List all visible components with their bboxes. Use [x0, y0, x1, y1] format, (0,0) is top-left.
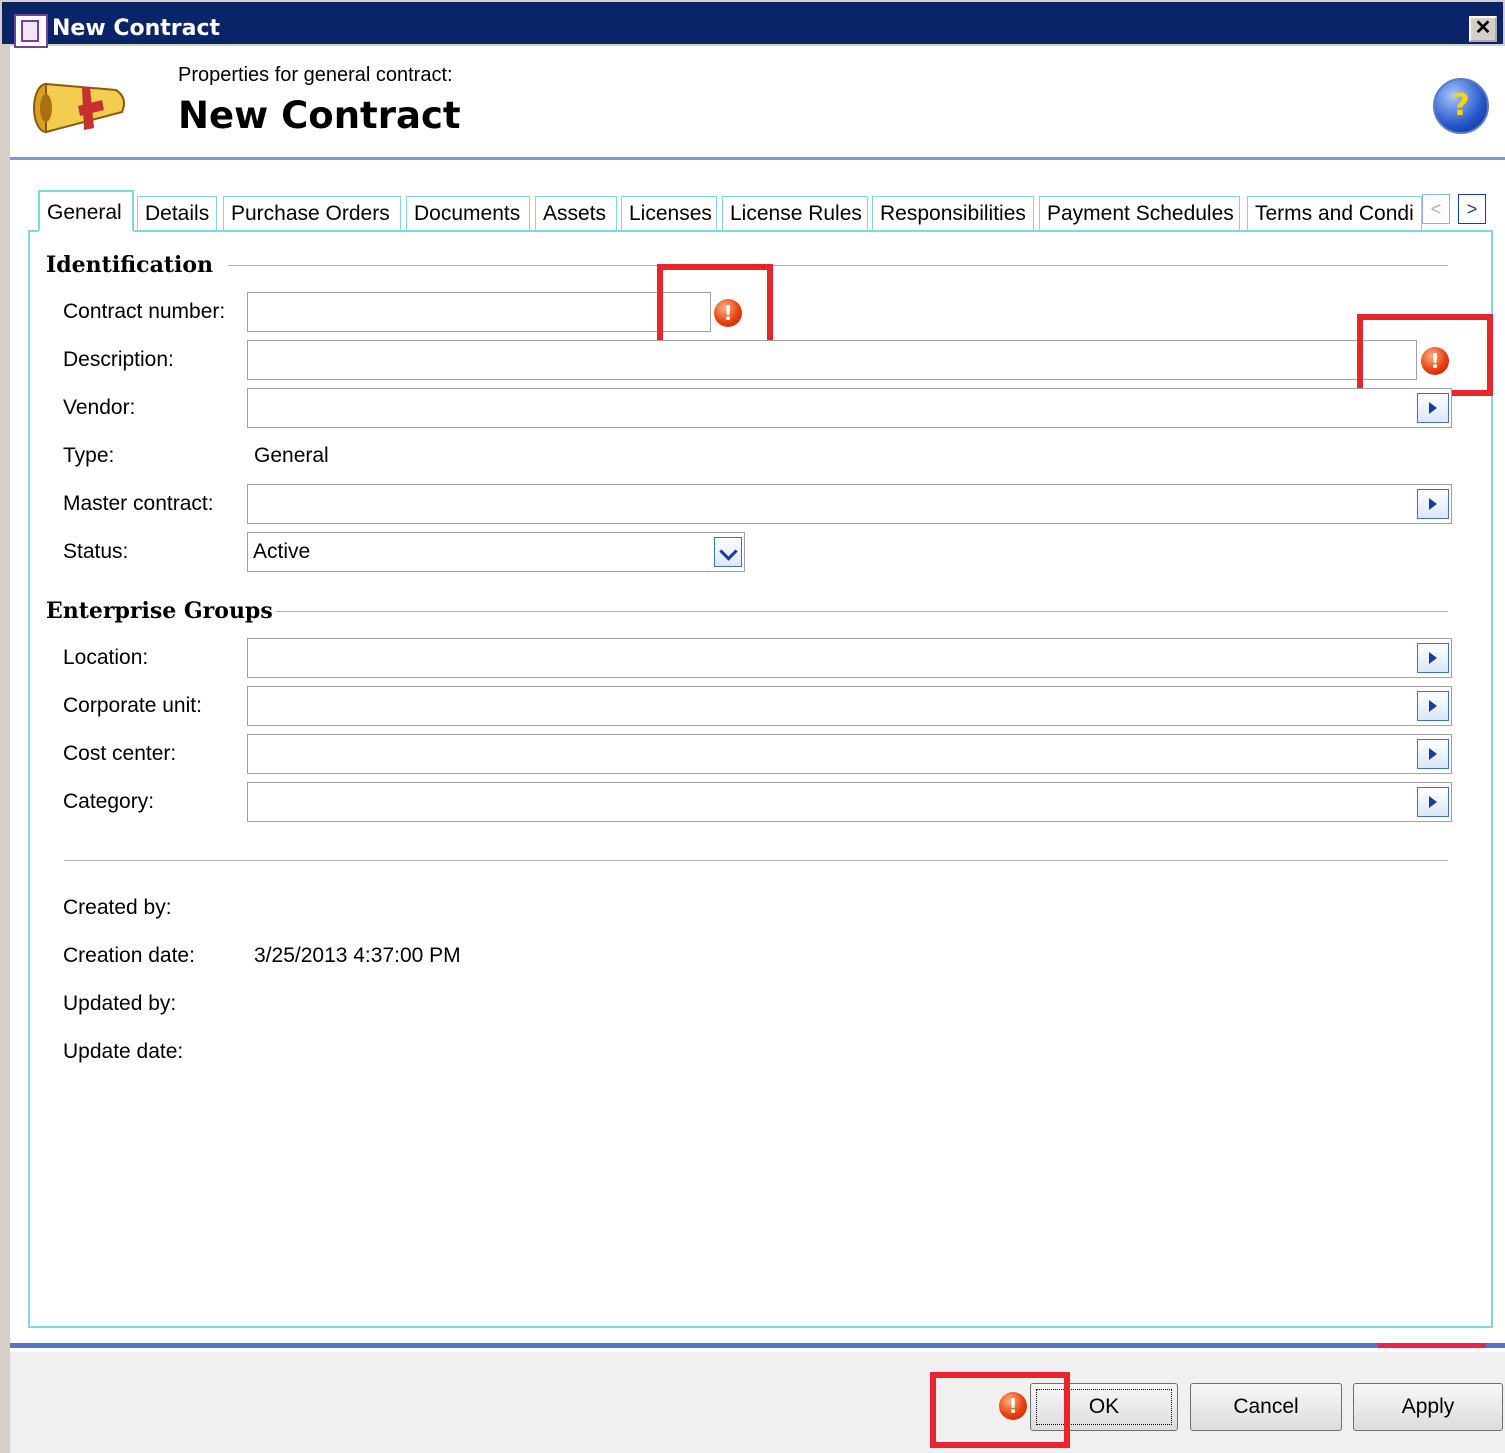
master-contract-label: Master contract:	[63, 492, 214, 515]
tab-documents[interactable]: Documents	[406, 196, 530, 232]
status-select[interactable]: Active	[247, 532, 745, 572]
contract-app-icon	[14, 14, 48, 48]
contract-number-highlight	[657, 264, 773, 352]
creation-date-value: 3/25/2013 4:37:00 PM	[254, 944, 461, 967]
category-lookup-button[interactable]	[1417, 787, 1449, 817]
audit-divider	[64, 860, 1448, 861]
identification-rule	[228, 265, 1448, 266]
vendor-label: Vendor:	[63, 396, 136, 419]
vendor-lookup-button[interactable]	[1417, 393, 1449, 423]
tab-scroll-left-button[interactable]: <	[1422, 194, 1450, 224]
cost-center-label: Cost center:	[63, 742, 177, 765]
location-lookup-button[interactable]	[1417, 643, 1449, 673]
update-date-label: Update date:	[63, 1040, 184, 1063]
enterprise-groups-heading: Enterprise Groups	[46, 598, 273, 624]
corporate-unit-lookup-button[interactable]	[1417, 691, 1449, 721]
type-label: Type:	[63, 444, 115, 467]
header-title: New Contract	[178, 94, 461, 137]
title-bar: New Contract ✕	[0, 0, 1505, 48]
tab-terms-and-conditions[interactable]: Terms and Condi	[1247, 196, 1422, 232]
chevron-down-icon[interactable]	[714, 537, 742, 567]
location-input[interactable]	[247, 638, 1452, 678]
creation-date-label: Creation date:	[63, 944, 195, 967]
window-left-border	[0, 46, 10, 1453]
tab-licenses[interactable]: Licenses	[621, 196, 717, 232]
contract-scroll-icon	[33, 82, 125, 134]
enterprise-groups-rule	[276, 611, 1448, 612]
description-label: Description:	[63, 348, 174, 371]
type-value: General	[254, 444, 329, 467]
tab-details[interactable]: Details	[137, 196, 217, 232]
tab-strip: General Details Purchase Orders Document…	[38, 190, 1438, 232]
close-button[interactable]: ✕	[1469, 16, 1497, 42]
tab-responsibilities[interactable]: Responsibilities	[872, 196, 1034, 232]
tab-assets[interactable]: Assets	[535, 196, 617, 232]
category-label: Category:	[63, 790, 155, 813]
ok-warning-highlight	[930, 1372, 1070, 1448]
corporate-unit-input[interactable]	[247, 686, 1452, 726]
apply-button[interactable]: Apply	[1353, 1383, 1503, 1431]
footer-divider-accent	[1378, 1343, 1486, 1348]
master-contract-input[interactable]	[247, 484, 1452, 524]
footer-divider	[10, 1343, 1505, 1348]
dialog-header: Properties for general contract: New Con…	[10, 48, 1505, 158]
location-label: Location:	[63, 646, 149, 669]
cost-center-lookup-button[interactable]	[1417, 739, 1449, 769]
created-by-label: Created by:	[63, 896, 172, 919]
description-highlight	[1357, 314, 1493, 396]
help-icon[interactable]: ?	[1433, 78, 1489, 134]
category-input[interactable]	[247, 782, 1452, 822]
window-title: New Contract	[52, 16, 221, 41]
status-label: Status:	[63, 540, 129, 563]
tab-general[interactable]: General	[38, 190, 134, 232]
identification-heading: Identification	[46, 252, 214, 278]
vendor-input[interactable]	[247, 388, 1452, 428]
updated-by-label: Updated by:	[63, 992, 177, 1015]
corporate-unit-label: Corporate unit:	[63, 694, 202, 717]
tab-payment-schedules[interactable]: Payment Schedules	[1039, 196, 1240, 232]
tab-license-rules[interactable]: License Rules	[722, 196, 868, 232]
cost-center-input[interactable]	[247, 734, 1452, 774]
tab-scroll-right-button[interactable]: >	[1458, 194, 1486, 224]
contract-number-input[interactable]	[247, 292, 711, 332]
description-input[interactable]	[247, 340, 1417, 380]
master-contract-lookup-button[interactable]	[1417, 489, 1449, 519]
cancel-button[interactable]: Cancel	[1190, 1383, 1342, 1431]
header-subtitle: Properties for general contract:	[178, 64, 453, 86]
tab-purchase-orders[interactable]: Purchase Orders	[223, 196, 401, 232]
contract-number-label: Contract number:	[63, 300, 226, 323]
